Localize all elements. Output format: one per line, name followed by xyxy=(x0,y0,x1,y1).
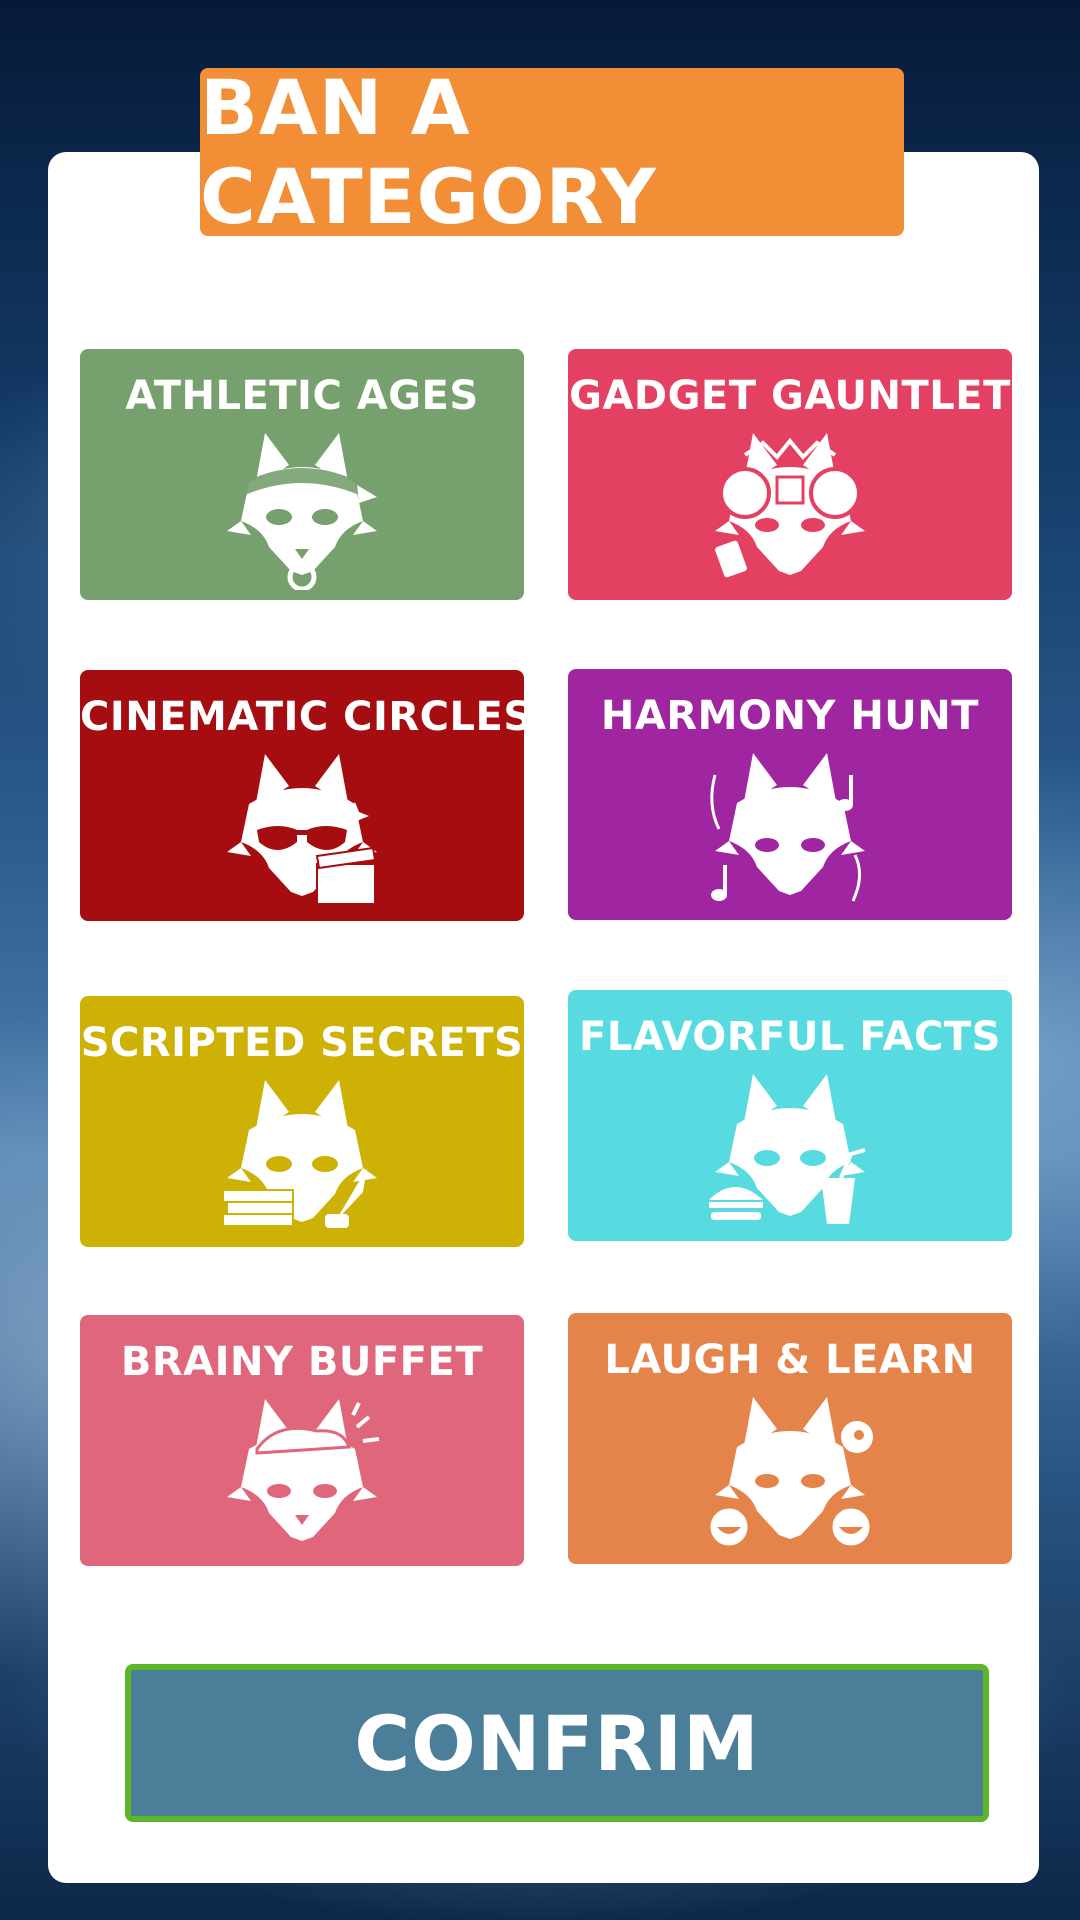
confirm-button-label: CONFRIM xyxy=(354,1698,760,1788)
category-label: LAUGH & LEARN xyxy=(604,1337,976,1383)
category-label: CINEMATIC CIRCLES xyxy=(80,694,524,740)
title-banner: BAN A CATEGORY xyxy=(200,63,904,241)
category-tile-brainy-buffet[interactable]: BRAINY BUFFET xyxy=(80,1315,524,1566)
category-label: GADGET GAUNTLET xyxy=(569,373,1011,419)
category-label: BRAINY BUFFET xyxy=(120,1339,484,1385)
category-label: FLAVORFUL FACTS xyxy=(579,1014,1001,1060)
fox-music-notes-icon xyxy=(705,745,875,910)
fox-burger-drink-icon xyxy=(705,1066,875,1231)
category-tile-harmony-hunt[interactable]: HARMONY HUNT xyxy=(568,669,1012,920)
category-tile-gadget-gauntlet[interactable]: GADGET GAUNTLET xyxy=(568,349,1012,600)
category-tile-cinematic-circles[interactable]: CINEMATIC CIRCLES xyxy=(80,670,524,921)
fox-laughing-emoji-icon xyxy=(705,1389,875,1554)
confirm-button[interactable]: CONFRIM xyxy=(125,1664,989,1822)
category-tile-flavorful-facts[interactable]: FLAVORFUL FACTS xyxy=(568,990,1012,1241)
fox-headband-medal-icon xyxy=(217,425,387,590)
category-label: ATHLETIC AGES xyxy=(125,373,479,419)
category-label: HARMONY HUNT xyxy=(600,693,980,739)
category-label: SCRIPTED SECRETS xyxy=(80,1020,524,1066)
fox-headphones-circuit-icon xyxy=(705,425,875,590)
category-tile-athletic-ages[interactable]: ATHLETIC AGES xyxy=(80,349,524,600)
fox-sunglasses-clapperboard-icon xyxy=(217,746,387,911)
page-title: BAN A CATEGORY xyxy=(200,63,657,241)
category-tile-scripted-secrets[interactable]: SCRIPTED SECRETS xyxy=(80,996,524,1247)
category-tile-laugh-and-learn[interactable]: LAUGH & LEARN xyxy=(568,1313,1012,1564)
fox-brain-icon xyxy=(217,1391,387,1556)
fox-books-quill-icon xyxy=(217,1072,387,1237)
